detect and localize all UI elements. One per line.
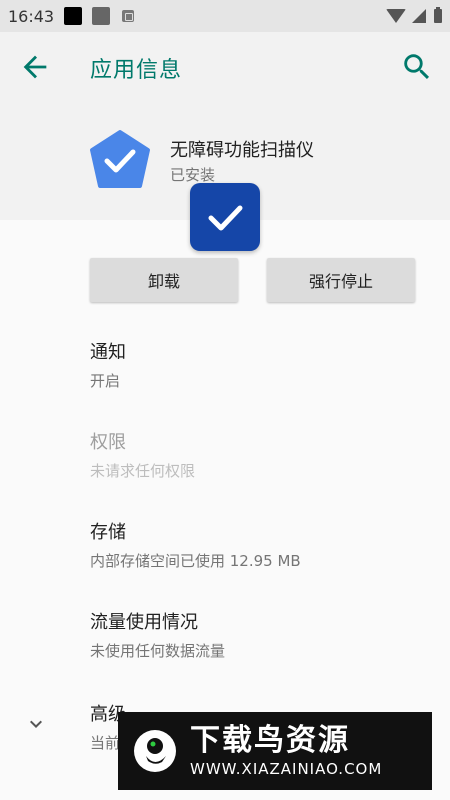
app-bar: 应用信息 bbox=[0, 32, 450, 102]
settings-item-title: 流量使用情况 bbox=[90, 612, 198, 633]
settings-item-title: 存储 bbox=[90, 522, 126, 543]
settings-item-subtitle: 内部存储空间已使用 12.95 MB bbox=[90, 552, 301, 570]
watermark-banner: 下载鸟资源 WWW.XIAZAINIAO.COM bbox=[118, 712, 432, 790]
settings-item-data-usage[interactable]: 流量使用情况 未使用任何数据流量 bbox=[90, 608, 420, 661]
scanner-overlay-button[interactable] bbox=[190, 183, 260, 251]
settings-item-subtitle: 未使用任何数据流量 bbox=[90, 642, 226, 660]
watermark-url: WWW.XIAZAINIAO.COM bbox=[190, 760, 383, 778]
force-stop-button[interactable]: 强行停止 bbox=[267, 258, 415, 302]
page-title: 应用信息 bbox=[90, 58, 183, 83]
battery-icon bbox=[434, 7, 442, 23]
settings-item-notifications[interactable]: 通知 开启 bbox=[90, 338, 420, 391]
settings-item-title: 通知 bbox=[90, 342, 126, 363]
settings-item-subtitle: 未请求任何权限 bbox=[90, 462, 196, 480]
status-bar: 16:43 bbox=[0, 0, 450, 32]
notification-icon bbox=[64, 7, 83, 25]
settings-item-storage[interactable]: 存储 内部存储空间已使用 12.95 MB bbox=[90, 518, 420, 571]
app-name: 无障碍功能扫描仪 bbox=[170, 140, 314, 161]
notification-icon bbox=[92, 7, 111, 25]
check-icon bbox=[208, 205, 243, 231]
uninstall-button[interactable]: 卸载 bbox=[90, 258, 238, 302]
pentagon-check-icon bbox=[90, 130, 150, 188]
app-status: 已安装 bbox=[170, 166, 216, 184]
status-time: 16:43 bbox=[8, 6, 55, 26]
status-icons bbox=[386, 7, 442, 23]
settings-item-title: 权限 bbox=[90, 432, 126, 453]
chevron-down-icon[interactable] bbox=[24, 712, 48, 736]
back-button[interactable] bbox=[18, 50, 52, 84]
arrow-left-icon bbox=[23, 55, 47, 79]
watermark-title: 下载鸟资源 bbox=[190, 723, 350, 758]
search-button[interactable] bbox=[400, 50, 434, 84]
notification-icon bbox=[122, 10, 135, 22]
settings-item-subtitle: 开启 bbox=[90, 372, 121, 390]
search-icon bbox=[404, 54, 430, 80]
settings-item-permissions: 权限 未请求任何权限 bbox=[90, 428, 420, 481]
wifi-icon bbox=[386, 9, 406, 23]
cell-signal-icon bbox=[412, 9, 426, 23]
bird-logo-icon bbox=[134, 730, 176, 772]
